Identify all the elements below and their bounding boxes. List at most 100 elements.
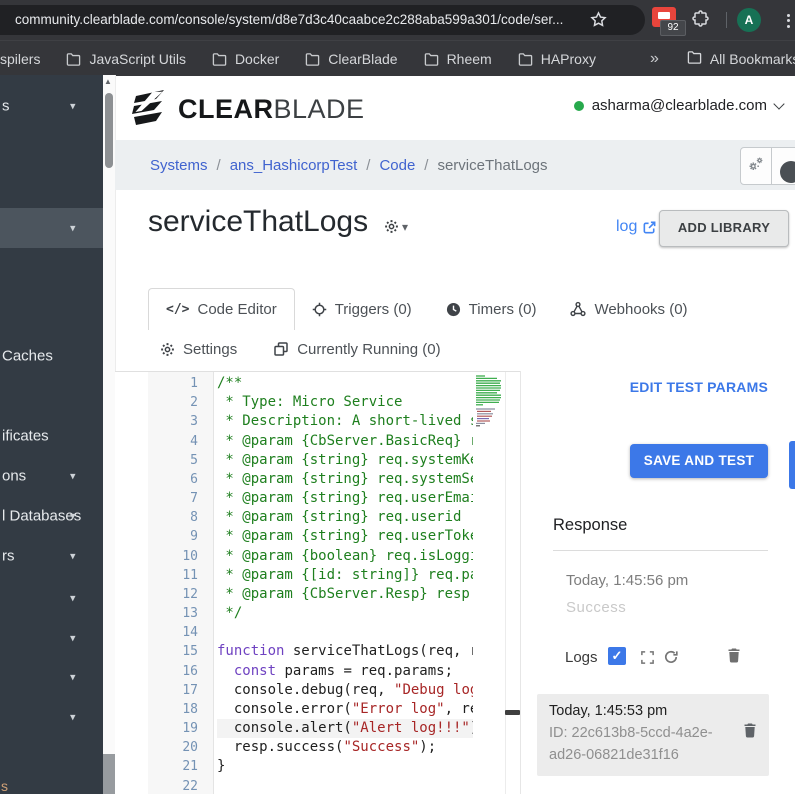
- sidebar-item-rs[interactable]: rs ▾: [0, 536, 103, 576]
- code-text[interactable]: const params = req.params;: [217, 662, 473, 681]
- code-text[interactable]: [217, 777, 473, 794]
- code-line-8[interactable]: 8 * @param {string} req.userid: [115, 508, 520, 527]
- editor-resize-handle[interactable]: [505, 710, 520, 715]
- code-text[interactable]: }: [217, 757, 473, 776]
- save-and-test-button[interactable]: SAVE AND TEST: [630, 444, 768, 478]
- add-library-button[interactable]: ADD LIBRARY: [659, 210, 789, 247]
- breadcrumb-systems[interactable]: Systems: [150, 157, 208, 174]
- code-line-6[interactable]: 6 * @param {string} req.systemSe: [115, 470, 520, 489]
- code-line-9[interactable]: 9 * @param {string} req.userToke: [115, 527, 520, 546]
- code-line-10[interactable]: 10 * @param {boolean} req.isLoggi: [115, 547, 520, 566]
- tab-triggers-0[interactable]: Triggers (0): [295, 288, 429, 330]
- code-line-7[interactable]: 7 * @param {string} req.userEmai: [115, 489, 520, 508]
- code-text[interactable]: console.error("Error log", re: [217, 700, 473, 719]
- sidebar-item[interactable]: ▾: [0, 697, 103, 737]
- code-text[interactable]: * @param {CbServer.BasicReq} r: [217, 432, 473, 451]
- code-text[interactable]: * @param {string} req.userEmai: [217, 489, 473, 508]
- code-text[interactable]: * @param {string} req.systemSe: [217, 470, 473, 489]
- sidebar-item-ons[interactable]: ons ▾: [0, 456, 103, 496]
- code-text[interactable]: * @param {string} req.userid: [217, 508, 473, 527]
- bookmark-item[interactable]: spilers: [0, 51, 40, 67]
- code-line-15[interactable]: 15 function serviceThatLogs(req, r: [115, 642, 520, 661]
- code-editor[interactable]: 1/** 2 * Type: Micro Service 3 * Descripti…: [115, 371, 520, 794]
- sidebar-item-ificates[interactable]: ificates: [0, 416, 103, 456]
- sidebar-item-l-databases[interactable]: l Databases ▾: [0, 496, 103, 536]
- extensions-puzzle-icon[interactable]: [692, 10, 710, 33]
- code-text[interactable]: [217, 623, 473, 642]
- clearblade-logo[interactable]: CLEAR BLADE: [130, 90, 365, 128]
- code-text[interactable]: * Description: A short-lived s: [217, 412, 473, 431]
- code-text[interactable]: * @param {string} req.userToke: [217, 527, 473, 546]
- service-settings-gear-icon[interactable]: [384, 219, 399, 239]
- breadcrumb-ans_hashicorptest[interactable]: ans_HashicorpTest: [230, 157, 358, 174]
- sidebar-item[interactable]: ▾: [0, 208, 103, 248]
- code-line-16[interactable]: 16 const params = req.params;: [115, 662, 520, 681]
- sidebar-item-caches[interactable]: Caches: [0, 336, 103, 376]
- bookmark-item[interactable]: JavaScript Utils: [66, 51, 186, 67]
- code-text[interactable]: resp.success("Success");: [217, 738, 473, 757]
- url-bar[interactable]: community.clearblade.com/console/system/…: [0, 5, 645, 35]
- code-text[interactable]: console.alert("Alert log!!!"): [217, 719, 473, 739]
- code-line-21[interactable]: 21}: [115, 757, 520, 776]
- edit-test-params-link[interactable]: EDIT TEST PARAMS: [630, 379, 768, 395]
- service-settings-caret-icon[interactable]: ▾: [402, 220, 408, 234]
- code-line-22[interactable]: 22: [115, 777, 520, 794]
- sidebar-item[interactable]: ▾: [0, 578, 103, 618]
- code-line-3[interactable]: 3 * Description: A short-lived s: [115, 412, 520, 431]
- system-settings-button[interactable]: [740, 147, 772, 185]
- code-lines[interactable]: 1/** 2 * Type: Micro Service 3 * Descripti…: [115, 374, 520, 794]
- editor-minimap[interactable]: [475, 374, 505, 432]
- bookmark-star-icon[interactable]: [590, 11, 607, 33]
- logs-refresh-icon[interactable]: [663, 649, 679, 670]
- code-line-19[interactable]: 19 console.alert("Alert log!!!"): [115, 719, 520, 739]
- tab-timers-0[interactable]: Timers (0): [429, 288, 554, 330]
- code-line-13[interactable]: 13 */: [115, 604, 520, 623]
- log-entry-trash-icon[interactable]: [743, 722, 757, 743]
- sidebar-item[interactable]: ▾: [0, 657, 103, 697]
- tab-webhooks-0[interactable]: Webhooks (0): [553, 288, 704, 330]
- code-line-14[interactable]: 14: [115, 623, 520, 642]
- bookmark-item[interactable]: HAProxy: [518, 51, 596, 67]
- code-line-1[interactable]: 1 /**: [115, 374, 520, 393]
- code-line-4[interactable]: 4 * @param {CbServer.BasicReq} r: [115, 432, 520, 451]
- bookmark-item[interactable]: ClearBlade: [305, 51, 398, 67]
- code-text[interactable]: * @param {boolean} req.isLoggi: [217, 547, 473, 566]
- code-line-2[interactable]: 2 * Type: Micro Service: [115, 393, 520, 412]
- tab-currently-running-0[interactable]: Currently Running (0): [273, 341, 441, 358]
- all-bookmarks[interactable]: All Bookmarks: [687, 50, 795, 67]
- browser-avatar[interactable]: A: [737, 8, 761, 32]
- bookmark-item[interactable]: Docker: [212, 51, 279, 67]
- code-line-20[interactable]: 20 resp.success("Success");: [115, 738, 520, 757]
- sidebar-item[interactable]: ▾: [0, 618, 103, 658]
- sidebar-item-s[interactable]: s ▾: [0, 86, 103, 126]
- code-text[interactable]: console.debug(req, "Debug log: [217, 681, 473, 700]
- code-text[interactable]: /**: [217, 374, 473, 393]
- log-link[interactable]: log: [616, 218, 657, 236]
- code-line-5[interactable]: 5 * @param {string} req.systemKe: [115, 451, 520, 470]
- cut-off-button[interactable]: [789, 441, 795, 489]
- code-text[interactable]: * @param {[id: string]} req.pa: [217, 566, 473, 585]
- logs-checkbox[interactable]: ✓: [608, 647, 626, 665]
- logs-expand-icon[interactable]: [640, 650, 655, 670]
- bookmark-item[interactable]: Rheem: [424, 51, 492, 67]
- notifications-button[interactable]: [772, 147, 795, 185]
- url-text[interactable]: community.clearblade.com/console/system/…: [15, 5, 585, 35]
- breadcrumb-code[interactable]: Code: [379, 157, 415, 174]
- account-menu[interactable]: asharma@clearblade.com: [573, 97, 785, 114]
- code-line-17[interactable]: 17 console.debug(req, "Debug log: [115, 681, 520, 700]
- scrollbar-thumb[interactable]: [105, 93, 113, 168]
- bookmarks-overflow-chevron[interactable]: »: [650, 50, 659, 68]
- scroll-up-arrow-icon[interactable]: ▲: [104, 77, 112, 86]
- code-text[interactable]: * @param {string} req.systemKe: [217, 451, 473, 470]
- logs-clear-trash-icon[interactable]: [727, 647, 741, 668]
- code-text[interactable]: */: [217, 604, 473, 623]
- code-line-11[interactable]: 11 * @param {[id: string]} req.pa: [115, 566, 520, 585]
- log-entry-card[interactable]: Today, 1:45:53 pm ID: 22c613b8-5ccd-4a2e…: [537, 694, 769, 776]
- code-line-12[interactable]: 12 * @param {CbServer.Resp} resp: [115, 585, 520, 604]
- tab-settings[interactable]: Settings: [160, 341, 237, 358]
- tab-code-editor[interactable]: </> Code Editor: [148, 288, 295, 330]
- code-text[interactable]: function serviceThatLogs(req, r: [217, 642, 473, 661]
- browser-menu-icon[interactable]: [787, 11, 791, 30]
- code-text[interactable]: * Type: Micro Service: [217, 393, 473, 412]
- code-line-18[interactable]: 18 console.error("Error log", re: [115, 700, 520, 719]
